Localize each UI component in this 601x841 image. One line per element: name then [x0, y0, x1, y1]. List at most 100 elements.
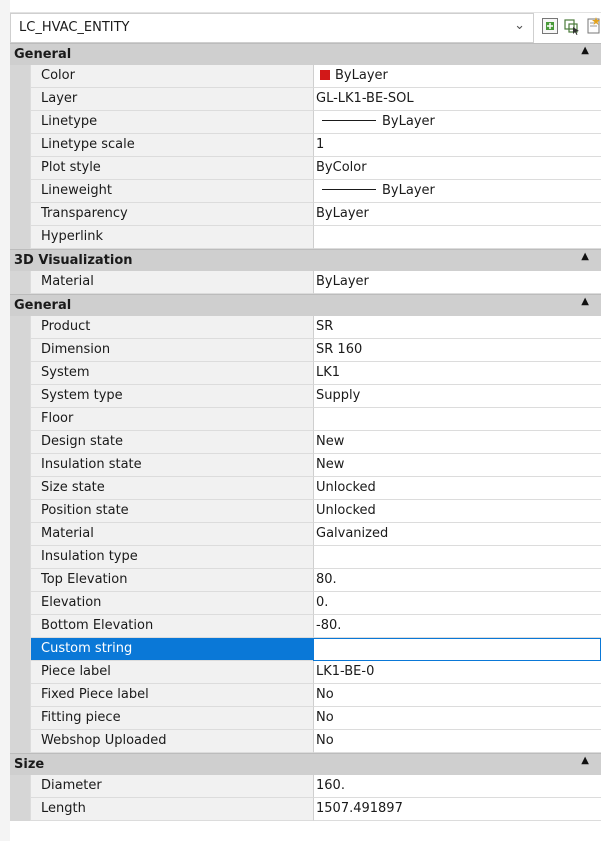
property-row[interactable]: Transparency ByLayer [10, 203, 601, 226]
property-row[interactable]: Design state New [10, 431, 601, 454]
property-row[interactable]: Material ByLayer [10, 271, 601, 294]
collapse-arrow-icon[interactable]: ▲ [581, 755, 589, 766]
property-row[interactable]: System type Supply [10, 385, 601, 408]
row-gutter [10, 569, 30, 592]
property-name: Linetype scale [30, 134, 313, 157]
property-row[interactable]: Plot style ByColor [10, 157, 601, 180]
property-value[interactable]: -80. [313, 615, 601, 638]
property-row[interactable]: Insulation state New [10, 454, 601, 477]
property-value-text: SR 160 [316, 342, 363, 357]
property-value[interactable]: No [313, 684, 601, 707]
property-row[interactable]: Diameter 160. [10, 775, 601, 798]
property-value-text: 80. [316, 572, 337, 587]
property-value[interactable]: New [313, 431, 601, 454]
property-value[interactable]: LK1-BE-0 [313, 661, 601, 684]
category-header[interactable]: Size ▲ [10, 753, 601, 775]
property-row[interactable]: Position state Unlocked [10, 500, 601, 523]
property-row[interactable]: Floor [10, 408, 601, 431]
select-objects-icon[interactable] [562, 16, 584, 38]
property-row[interactable]: System LK1 [10, 362, 601, 385]
property-name: Diameter [30, 775, 313, 798]
collapse-arrow-icon[interactable]: ▲ [581, 296, 589, 307]
property-row[interactable]: Product SR [10, 316, 601, 339]
property-name: Material [30, 523, 313, 546]
property-row[interactable]: Size state Unlocked [10, 477, 601, 500]
chevron-down-icon[interactable]: ⌄ [514, 18, 525, 33]
property-row[interactable]: Fixed Piece label No [10, 684, 601, 707]
category-header[interactable]: General ▲ [10, 43, 601, 65]
property-row[interactable]: Fitting piece No [10, 707, 601, 730]
property-value[interactable]: ByLayer [313, 65, 601, 88]
property-value-text: -80. [316, 618, 342, 633]
property-value[interactable]: No [313, 707, 601, 730]
row-gutter [10, 88, 30, 111]
property-value[interactable]: SR [313, 316, 601, 339]
row-gutter [10, 775, 30, 798]
property-value[interactable] [313, 408, 601, 431]
property-value-text: New [316, 434, 345, 449]
property-row[interactable]: Dimension SR 160 [10, 339, 601, 362]
property-value[interactable]: ByLayer [313, 271, 601, 294]
property-value[interactable]: 160. [313, 775, 601, 798]
property-value[interactable]: No [313, 730, 601, 753]
property-row[interactable]: Bottom Elevation -80. [10, 615, 601, 638]
property-value[interactable]: New [313, 454, 601, 477]
category-title: General [14, 298, 72, 313]
property-value[interactable]: ByLayer [313, 180, 601, 203]
property-value[interactable]: Supply [313, 385, 601, 408]
property-value[interactable]: Unlocked [313, 500, 601, 523]
property-row[interactable]: Hyperlink [10, 226, 601, 249]
property-value[interactable]: Unlocked [313, 477, 601, 500]
property-row[interactable]: Custom string [10, 638, 601, 661]
property-row[interactable]: Layer GL-LK1-BE-SOL [10, 88, 601, 111]
property-value-text: ByLayer [316, 206, 369, 221]
property-value[interactable]: GL-LK1-BE-SOL [313, 88, 601, 111]
row-gutter [10, 339, 30, 362]
property-row[interactable]: Top Elevation 80. [10, 569, 601, 592]
property-value[interactable]: 1 [313, 134, 601, 157]
property-row[interactable]: Piece label LK1-BE-0 [10, 661, 601, 684]
property-name: Color [30, 65, 313, 88]
property-row[interactable]: Color ByLayer [10, 65, 601, 88]
property-value-text: New [316, 457, 345, 472]
property-value[interactable] [313, 638, 601, 661]
collapse-arrow-icon[interactable]: ▲ [581, 251, 589, 262]
property-row[interactable]: Elevation 0. [10, 592, 601, 615]
property-value[interactable]: ByColor [313, 157, 601, 180]
property-value[interactable] [313, 226, 601, 249]
property-row[interactable]: Length 1507.491897 [10, 798, 601, 821]
row-gutter [10, 638, 30, 661]
property-name: Piece label [30, 661, 313, 684]
row-gutter [10, 134, 30, 157]
property-name: Dimension [30, 339, 313, 362]
property-value[interactable]: Galvanized [313, 523, 601, 546]
row-gutter [10, 615, 30, 638]
property-value[interactable]: 80. [313, 569, 601, 592]
collapse-arrow-icon[interactable]: ▲ [581, 45, 589, 56]
property-name: Webshop Uploaded [30, 730, 313, 753]
category-title: 3D Visualization [14, 253, 133, 268]
property-value[interactable]: ByLayer [313, 111, 601, 134]
property-name: Linetype [30, 111, 313, 134]
property-row[interactable]: Material Galvanized [10, 523, 601, 546]
property-value[interactable]: 1507.491897 [313, 798, 601, 821]
category-title: Size [14, 757, 45, 772]
property-row[interactable]: Lineweight ByLayer [10, 180, 601, 203]
category-header[interactable]: General ▲ [10, 294, 601, 316]
property-row[interactable]: Webshop Uploaded No [10, 730, 601, 753]
property-value[interactable]: LK1 [313, 362, 601, 385]
property-value-text: ByLayer [316, 274, 369, 289]
property-value[interactable]: 0. [313, 592, 601, 615]
line-sample-icon [322, 189, 376, 190]
property-row[interactable]: Insulation type [10, 546, 601, 569]
property-value[interactable]: SR 160 [313, 339, 601, 362]
property-value[interactable] [313, 546, 601, 569]
property-row[interactable]: Linetype scale 1 [10, 134, 601, 157]
toggle-pickadd-icon[interactable] [540, 16, 562, 38]
quick-select-icon[interactable] [584, 16, 601, 38]
object-type-dropdown[interactable]: LC_HVAC_ENTITY ⌄ [10, 13, 534, 43]
property-name: Floor [30, 408, 313, 431]
property-value[interactable]: ByLayer [313, 203, 601, 226]
category-header[interactable]: 3D Visualization ▲ [10, 249, 601, 271]
property-row[interactable]: Linetype ByLayer [10, 111, 601, 134]
